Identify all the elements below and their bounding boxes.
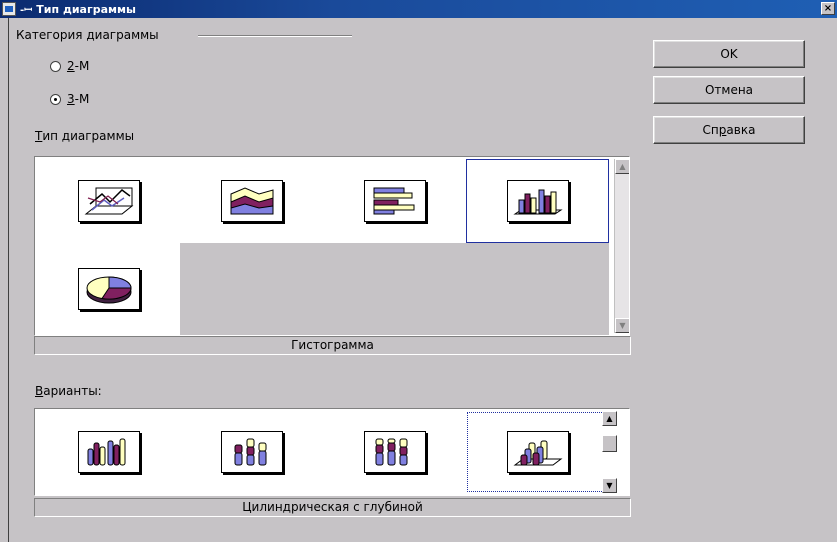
variants-scroll-down-button[interactable]: ▼ (602, 478, 617, 493)
variants-label: Варианты: (35, 384, 102, 398)
radio-2d-circle[interactable] (50, 60, 61, 72)
ok-button[interactable]: OK (653, 40, 805, 68)
title-bar: -ꟷ Тип диаграммы × (0, 0, 837, 18)
chart-type-scrollbar[interactable]: ▲ ▼ (614, 159, 629, 333)
3d-bar-chart-icon (363, 180, 426, 222)
3d-area-chart-icon (220, 180, 283, 222)
title-dash: -ꟷ (20, 5, 33, 16)
category-group-divider (198, 35, 352, 37)
radio-3d[interactable]: 3-М (50, 92, 89, 106)
chart-app-icon (2, 2, 16, 16)
cylinder-clustered-icon (77, 431, 140, 473)
variants-scroll-thumb[interactable] (602, 435, 617, 452)
chart-type-list[interactable]: ▲ ▼ (34, 156, 630, 336)
radio-3d-circle[interactable] (50, 93, 61, 105)
3d-pie-chart-icon (77, 268, 140, 310)
chart-type-item-pie[interactable] (37, 243, 180, 335)
variants-list[interactable]: ▲ ▼ (34, 408, 630, 496)
chart-type-label: Тип диаграммы (35, 129, 135, 143)
variants-scrollbar[interactable]: ▲ ▼ (602, 411, 617, 493)
category-group-label: Категория диаграммы (16, 28, 159, 42)
3d-line-chart-icon (77, 180, 140, 222)
chart-type-item-line[interactable] (37, 159, 180, 243)
radio-2d-label: 2-М (67, 59, 90, 73)
variant-item-2[interactable] (180, 411, 323, 493)
chart-type-empty-area (180, 243, 609, 335)
variant-item-1[interactable] (37, 411, 180, 493)
variant-item-3[interactable] (323, 411, 466, 493)
help-button[interactable]: Справка (653, 116, 805, 144)
variants-scroll-up-button[interactable]: ▲ (602, 411, 617, 426)
window-title: Тип диаграммы (36, 2, 136, 16)
scroll-up-button[interactable]: ▲ (615, 159, 629, 174)
radio-2d[interactable]: 2-М (50, 59, 89, 73)
chart-type-item-bar[interactable] (323, 159, 466, 243)
3d-column-chart-icon (506, 180, 569, 222)
variant-item-4[interactable] (466, 411, 609, 493)
cylinder-stacked-icon (220, 431, 283, 473)
cylinder-percent-icon (363, 431, 426, 473)
scroll-down-button[interactable]: ▼ (615, 318, 629, 333)
close-button[interactable]: × (821, 2, 835, 15)
cylinder-3d-depth-icon (506, 431, 569, 473)
chart-type-caption: Гистограмма (34, 336, 631, 355)
radio-3d-label: 3-М (67, 92, 90, 106)
variants-caption: Цилиндрическая с глубиной (34, 498, 631, 517)
chart-type-item-column[interactable] (466, 159, 609, 243)
cancel-button[interactable]: Отмена (653, 76, 805, 104)
window-left-edge (8, 18, 9, 542)
chart-type-item-area[interactable] (180, 159, 323, 243)
